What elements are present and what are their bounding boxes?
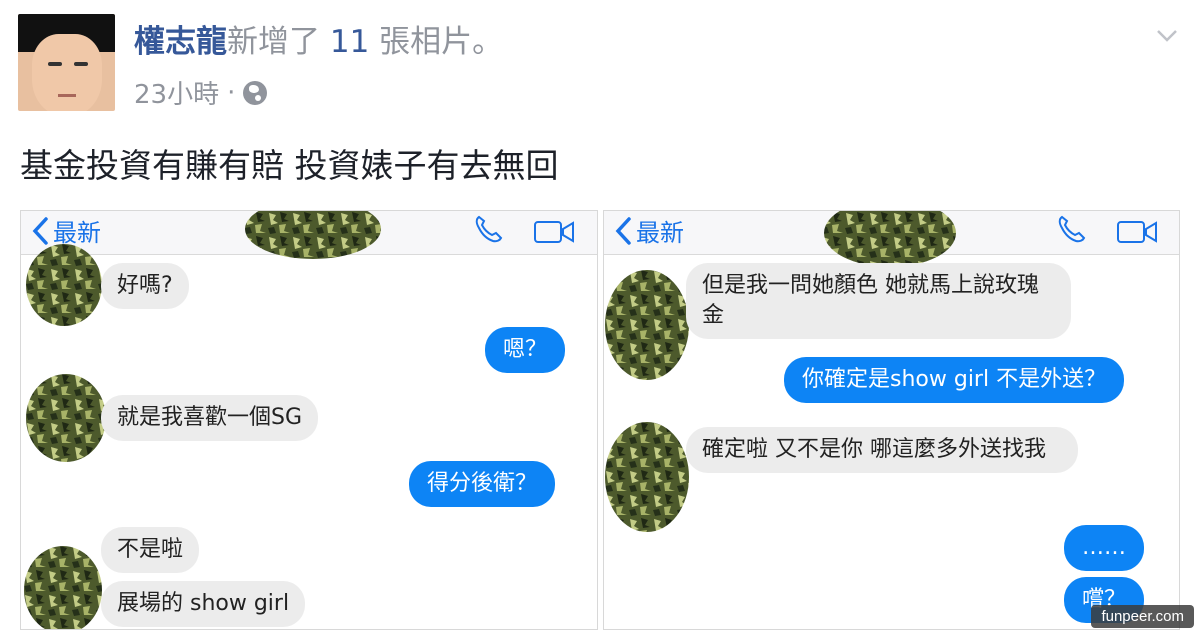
globe-icon[interactable] — [243, 80, 268, 105]
photo-count-link[interactable]: 11 — [330, 24, 369, 60]
phone-icon[interactable] — [1054, 213, 1090, 245]
post-action-suffix: 張相片。 — [379, 24, 504, 60]
message-incoming: 不是啦 — [101, 527, 200, 573]
message-outgoing: …… — [1064, 525, 1144, 571]
phone-icon[interactable] — [471, 213, 507, 245]
post-caption: 基金投資有賺有賠 投資婊子有去無回 — [20, 146, 559, 185]
message-outgoing: 嗯？ — [485, 327, 566, 373]
contact-name-censor — [824, 211, 956, 267]
author-avatar[interactable] — [18, 14, 115, 111]
contact-avatar — [26, 244, 102, 326]
contact-name-censor — [245, 211, 381, 259]
message-outgoing: 得分後衛？ — [409, 461, 556, 507]
message-incoming: 展場的 show girl — [101, 581, 306, 627]
contact-avatar — [605, 422, 689, 532]
post-title: 權志龍新增了 11 張相片。 — [134, 22, 503, 62]
site-watermark: funpeer.com — [1091, 605, 1194, 628]
contact-avatar — [24, 546, 102, 629]
contact-avatar — [605, 270, 689, 380]
chevron-down-icon[interactable] — [1154, 22, 1180, 48]
message-outgoing: 你確定是show girl 不是外送？ — [784, 357, 1125, 403]
chat-screenshot-right[interactable]: 最新 但是我一問她顏色 她就馬上說玫瑰金 你確定是show girl 不是外送？… — [603, 210, 1180, 630]
back-chevron-icon — [615, 216, 631, 245]
chat-screenshot-left[interactable]: 最新 好嗎? 嗯？ 就是我喜歡一個SG 得分後衛？ 不是啦 展場的 show g… — [20, 210, 598, 630]
message-incoming: 就是我喜歡一個SG — [101, 395, 319, 441]
author-name-link[interactable]: 權志龍 — [134, 24, 227, 60]
post-timestamp-link[interactable]: 23小時 — [134, 74, 219, 111]
post-action-text: 新增了 — [227, 24, 320, 60]
post-meta: 23小時 · — [134, 74, 268, 111]
meta-separator: · — [227, 77, 236, 108]
back-chevron-icon — [32, 216, 48, 245]
message-incoming: 好嗎? — [101, 263, 189, 309]
back-label: 最新 — [636, 219, 684, 247]
video-camera-icon[interactable] — [1116, 219, 1158, 245]
back-button[interactable]: 最新 — [614, 213, 684, 248]
contact-avatar — [26, 374, 106, 462]
message-incoming: 確定啦 又不是你 哪這麼多外送找我 — [686, 427, 1078, 473]
video-camera-icon[interactable] — [533, 219, 575, 245]
message-incoming: 但是我一問她顏色 她就馬上說玫瑰金 — [686, 263, 1071, 339]
